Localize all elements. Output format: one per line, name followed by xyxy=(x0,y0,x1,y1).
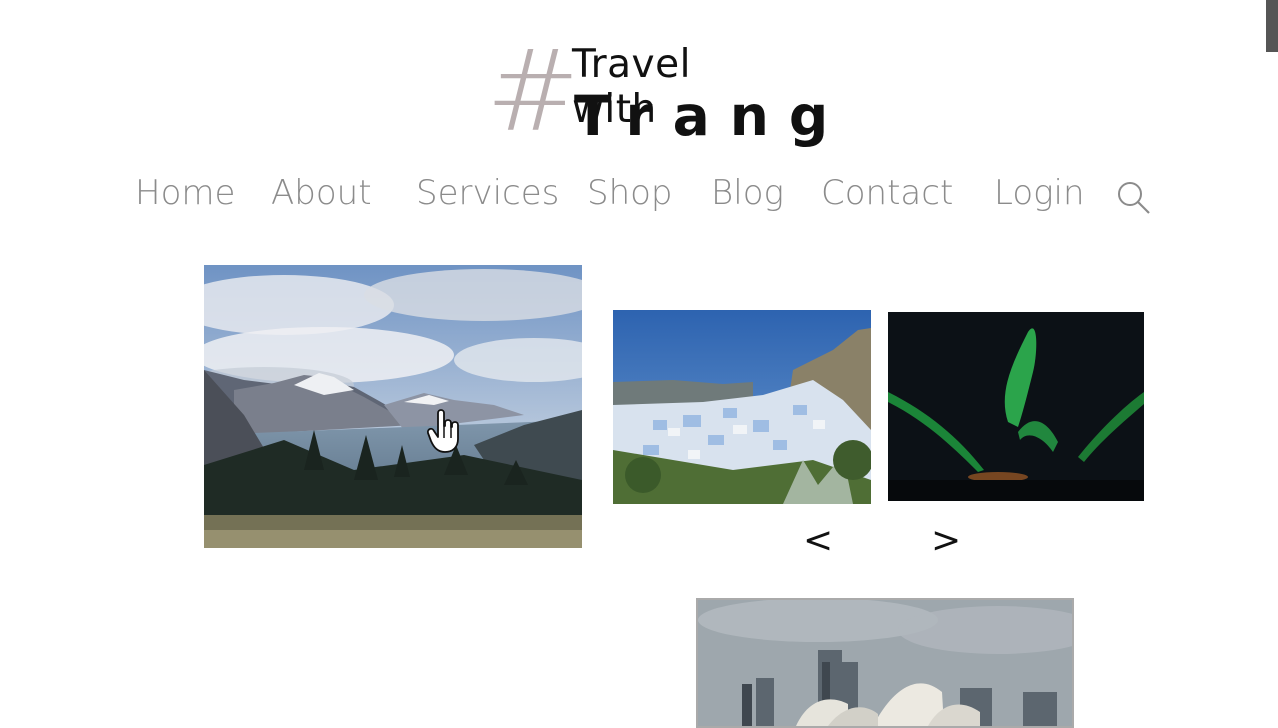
search-button[interactable] xyxy=(1116,180,1152,216)
logo-text-line2: Trang xyxy=(574,84,849,148)
carousel-prev-button[interactable]: < xyxy=(803,518,833,564)
scrollbar-thumb[interactable] xyxy=(1266,0,1278,52)
site-logo[interactable]: # Travel with Trang xyxy=(486,36,828,150)
gallery-image-sydney[interactable] xyxy=(696,598,1074,728)
gallery-image-lake-mountains[interactable] xyxy=(204,265,582,548)
gallery-image-aurora[interactable] xyxy=(888,312,1144,501)
nav-about[interactable]: About xyxy=(271,172,372,214)
gallery-image-blue-city[interactable] xyxy=(613,310,871,504)
nav-blog[interactable]: Blog xyxy=(711,172,784,214)
nav-shop[interactable]: Shop xyxy=(587,172,673,214)
nav-login[interactable]: Login xyxy=(994,172,1085,214)
nav-home[interactable]: Home xyxy=(135,172,235,214)
nav-services[interactable]: Services xyxy=(416,172,559,214)
carousel-next-button[interactable]: > xyxy=(931,518,961,564)
logo-hash-mark: # xyxy=(486,27,580,157)
search-icon xyxy=(1118,182,1150,214)
nav-contact[interactable]: Contact xyxy=(821,172,953,214)
